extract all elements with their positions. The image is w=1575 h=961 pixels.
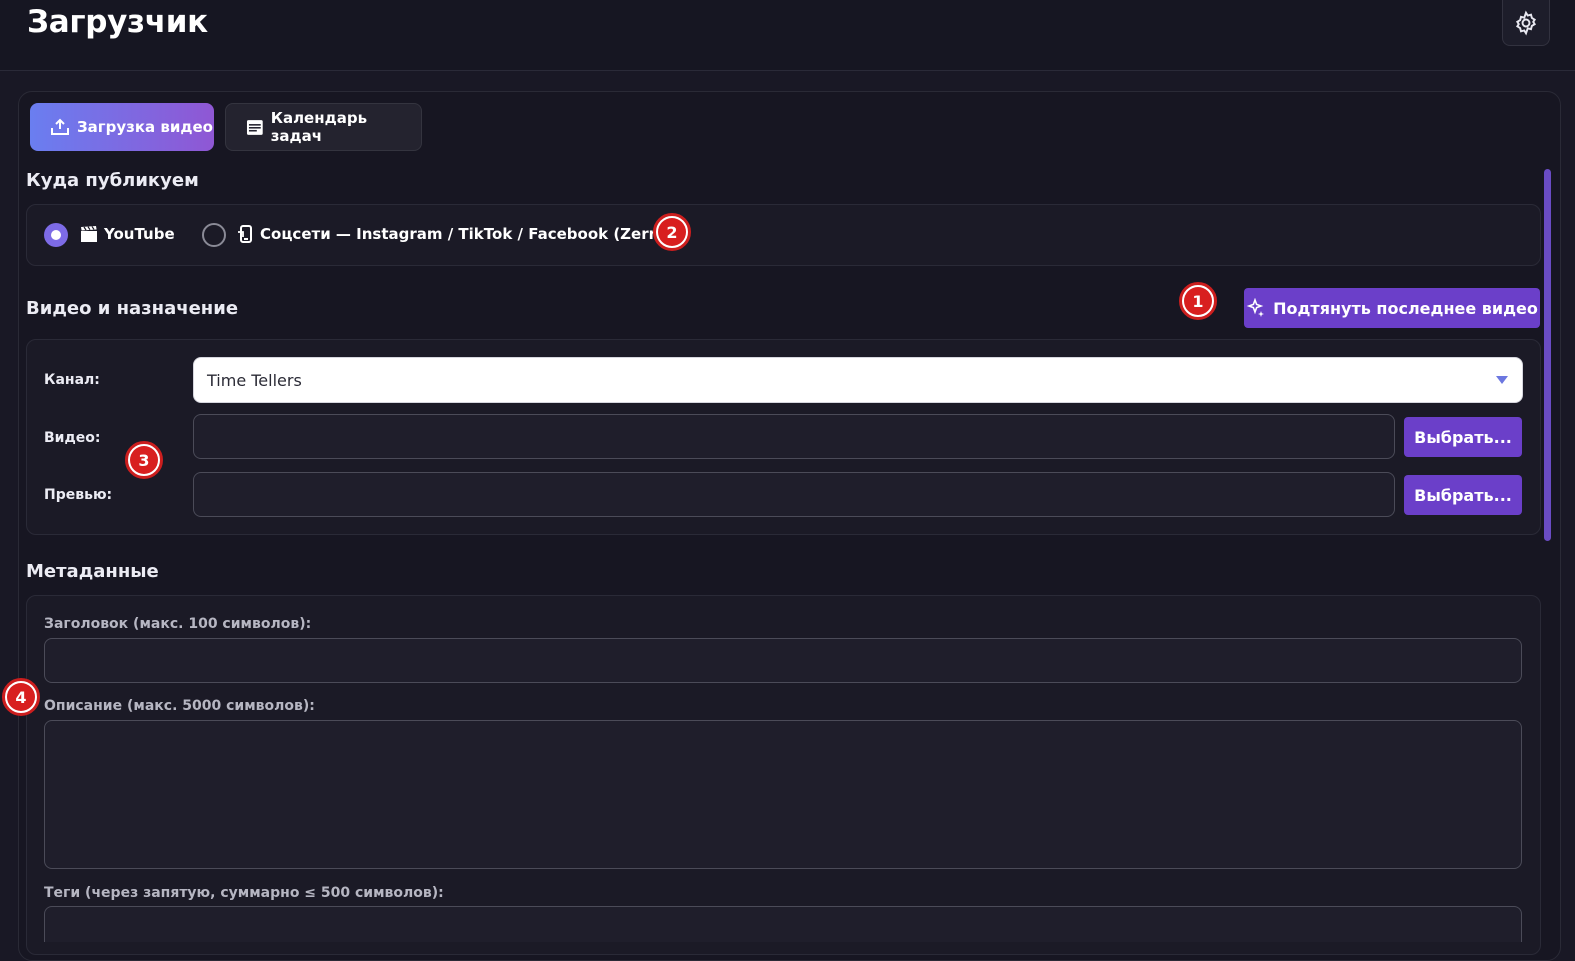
- channel-select[interactable]: Time Tellers: [193, 357, 1523, 403]
- title-field-label: Заголовок (макс. 100 символов):: [44, 616, 312, 632]
- description-textarea[interactable]: [44, 720, 1522, 869]
- youtube-label-text: YouTube: [104, 225, 175, 243]
- settings-button[interactable]: [1502, 0, 1550, 46]
- tab-upload-label: Загрузка видео: [77, 118, 213, 136]
- tab-calendar[interactable]: Календарь задач: [225, 103, 422, 151]
- description-field-label: Описание (макс. 5000 символов):: [44, 698, 315, 714]
- social-label-text: Соцсети — Instagram / TikTok / Facebook …: [260, 225, 682, 243]
- preview-path-input[interactable]: [193, 472, 1395, 517]
- app-header: Загрузчик: [0, 0, 1575, 71]
- annotation-badge-4: 4: [2, 678, 40, 716]
- video-path-input[interactable]: [193, 414, 1395, 459]
- phone-icon: [238, 225, 252, 243]
- scrollbar-thumb[interactable]: [1544, 169, 1551, 541]
- clapperboard-icon: [81, 226, 97, 242]
- channel-label: Канал:: [44, 372, 100, 388]
- title-input[interactable]: [44, 638, 1522, 683]
- choose-preview-button[interactable]: Выбрать...: [1404, 475, 1522, 515]
- metadata-section-title: Метаданные: [26, 561, 159, 582]
- channel-select-value: Time Tellers: [207, 371, 302, 390]
- tab-upload-video[interactable]: Загрузка видео: [30, 103, 214, 151]
- annotation-badge-3: 3: [125, 441, 163, 479]
- radio-social-label[interactable]: Соцсети — Instagram / TikTok / Facebook …: [238, 225, 682, 243]
- publish-section-title: Куда публикуем: [26, 170, 199, 191]
- gear-icon: [1515, 9, 1537, 36]
- tags-input[interactable]: [44, 906, 1522, 942]
- preview-label: Превью:: [44, 487, 113, 503]
- radio-youtube[interactable]: [44, 223, 68, 247]
- pull-latest-video-button[interactable]: Подтянуть последнее видео: [1244, 288, 1540, 328]
- annotation-badge-2: 2: [653, 213, 691, 251]
- radio-youtube-label[interactable]: YouTube: [80, 225, 175, 243]
- tags-field-label: Теги (через запятую, суммарно ≤ 500 симв…: [44, 885, 444, 901]
- choose-video-button[interactable]: Выбрать...: [1404, 417, 1522, 457]
- chevron-down-icon: [1496, 376, 1508, 384]
- calendar-icon: [246, 120, 263, 135]
- app-title: Загрузчик: [27, 4, 208, 40]
- video-label: Видео:: [44, 430, 101, 446]
- annotation-badge-1: 1: [1179, 282, 1217, 320]
- pull-latest-video-label: Подтянуть последнее видео: [1273, 298, 1538, 318]
- tab-calendar-label: Календарь задач: [270, 109, 368, 145]
- video-section-title: Видео и назначение: [26, 298, 239, 319]
- upload-tray-icon: [51, 118, 69, 135]
- sparkle-icon: [1246, 298, 1265, 317]
- radio-social[interactable]: [202, 223, 226, 247]
